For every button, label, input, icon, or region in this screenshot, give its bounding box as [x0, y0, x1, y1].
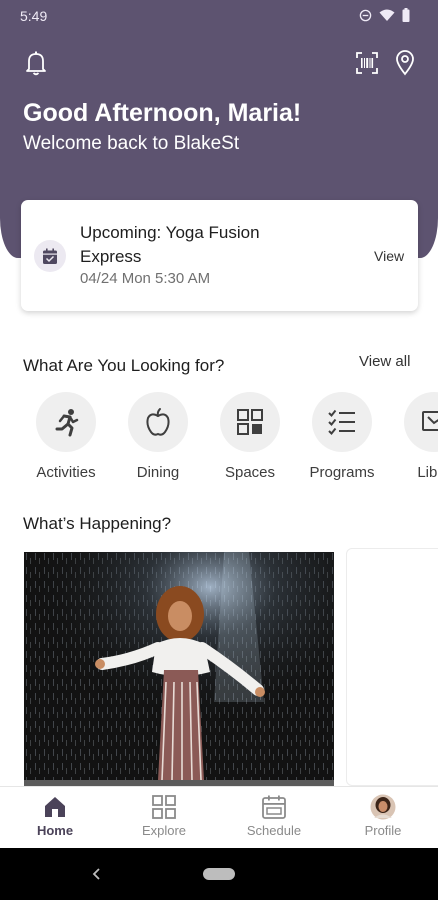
- home-icon: [45, 797, 65, 817]
- category-library[interactable]: Libra: [388, 392, 438, 481]
- calendar-check-icon: [43, 248, 57, 264]
- scan-button[interactable]: [352, 48, 382, 78]
- category-list: Activities Dining Spaces Programs Libra: [0, 392, 438, 487]
- category-activities[interactable]: Activities: [20, 392, 112, 481]
- wifi-icon: [379, 9, 395, 21]
- status-icons: [359, 8, 410, 22]
- barcode-scan-icon: [356, 52, 378, 74]
- category-label: Libra: [417, 464, 438, 481]
- grid-icon: [237, 409, 263, 435]
- greeting-title: Good Afternoon, Maria!: [23, 99, 302, 127]
- view-event-link[interactable]: View: [374, 248, 404, 264]
- category-label: Spaces: [224, 464, 276, 481]
- notifications-button[interactable]: [21, 48, 51, 78]
- calendar-icon: [262, 795, 286, 819]
- category-icon-circle: [312, 392, 372, 452]
- calendar-badge: [34, 240, 66, 272]
- nav-profile[interactable]: Profile: [328, 793, 438, 838]
- category-icon-circle: [404, 392, 438, 452]
- do-not-disturb-icon: [359, 9, 372, 21]
- nav-explore[interactable]: Explore: [109, 793, 219, 838]
- status-bar: 5:49: [0, 0, 438, 32]
- category-spaces[interactable]: Spaces: [204, 392, 296, 481]
- running-person-icon: [55, 409, 79, 437]
- nav-schedule[interactable]: Schedule: [219, 793, 329, 838]
- map-pin-icon: [396, 50, 414, 76]
- category-icon-circle: [220, 392, 280, 452]
- explore-grid-icon: [152, 795, 176, 819]
- battery-icon: [402, 8, 410, 22]
- home-pill[interactable]: [203, 868, 235, 880]
- event-card-next[interactable]: [346, 548, 438, 786]
- nav-home[interactable]: Home: [0, 793, 110, 838]
- event-photo-card[interactable]: [24, 552, 334, 786]
- category-label: Dining: [136, 464, 180, 481]
- category-dining[interactable]: Dining: [112, 392, 204, 481]
- nav-label: Profile: [364, 823, 402, 838]
- upcoming-event-datetime: 04/24 Mon 5:30 AM: [80, 270, 211, 287]
- category-programs[interactable]: Programs: [296, 392, 388, 481]
- nav-label: Home: [36, 823, 74, 838]
- system-navigation-bar: [0, 848, 438, 900]
- status-time: 5:49: [20, 8, 48, 24]
- category-label: Activities: [36, 464, 96, 481]
- view-all-link[interactable]: View all: [359, 353, 410, 370]
- avatar: [370, 794, 396, 820]
- happening-title: What’s Happening?: [23, 514, 172, 533]
- bottom-navigation: Home Explore Schedule Profile: [0, 786, 438, 848]
- upcoming-event-title: Upcoming: Yoga Fusion Express: [80, 223, 260, 266]
- back-icon[interactable]: [90, 867, 104, 881]
- welcome-subtitle: Welcome back to BlakeSt: [23, 133, 240, 154]
- upcoming-event-card[interactable]: Upcoming: Yoga Fusion Express 04/24 Mon …: [21, 200, 418, 311]
- category-label: Programs: [309, 464, 375, 481]
- looking-for-title: What Are You Looking for?: [23, 356, 225, 375]
- happening-carousel: [0, 548, 438, 786]
- category-icon-circle: [128, 392, 188, 452]
- nav-label: Explore: [141, 823, 187, 838]
- apple-icon: [146, 408, 170, 436]
- performer-photo: [24, 552, 334, 786]
- checklist-icon: [328, 409, 355, 435]
- location-button[interactable]: [390, 48, 420, 78]
- category-icon-circle: [36, 392, 96, 452]
- bell-icon: [26, 51, 46, 76]
- nav-label: Schedule: [246, 823, 302, 838]
- library-icon: [422, 411, 438, 431]
